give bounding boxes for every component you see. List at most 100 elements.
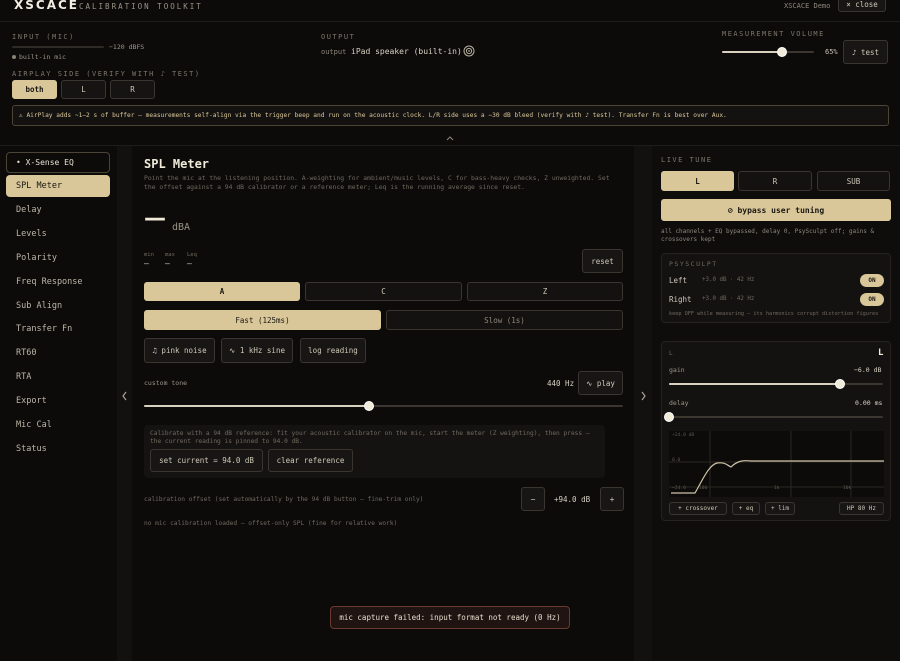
psysculpt-label: PSYSCULPT xyxy=(669,260,718,268)
demo-label: XSCACE Demo xyxy=(784,2,831,10)
calibration-box: Calibrate with a 94 dB reference: fit yo… xyxy=(144,425,605,478)
sidebar-item-polarity[interactable]: Polarity xyxy=(6,247,110,269)
measurement-volume-slider[interactable] xyxy=(722,47,814,57)
delay-knob[interactable] xyxy=(664,412,674,422)
set-current-button[interactable]: set current = 94.0 dB xyxy=(150,449,263,472)
sidebar-item-label: Transfer Fn xyxy=(16,324,73,335)
sidebar-item-label: RT60 xyxy=(16,348,37,359)
psysculpt-box: PSYSCULPT Left +3.0 dB · 42 Hz ON Right … xyxy=(661,253,891,323)
chevron-right-icon[interactable] xyxy=(640,391,647,401)
airplay-icon[interactable] xyxy=(463,45,475,57)
offset-plus-button[interactable]: + xyxy=(600,487,624,511)
sidebar-item-label: Freq Response xyxy=(16,276,83,287)
add-eq-button[interactable]: + eq xyxy=(732,502,760,515)
sidebar-item-label: Sub Align xyxy=(16,300,63,311)
graph-y-label-mid: 0.0 xyxy=(672,458,681,463)
custom-tone-fill xyxy=(144,405,370,407)
log-reading-button[interactable]: log reading xyxy=(300,338,366,363)
stat-min-label: min xyxy=(144,252,154,258)
sidebar-item-transfer-fn[interactable]: Transfer Fn xyxy=(6,318,110,340)
psysculpt-right-detail: +3.0 dB · 42 Hz xyxy=(702,296,755,302)
error-toast-text: mic capture failed: input format not rea… xyxy=(339,613,561,622)
clear-reference-button[interactable]: clear reference xyxy=(268,449,353,472)
response-graph: +24.0 dB 0.0 −24.0 100 1k 10k xyxy=(669,431,884,497)
airplay-both-button[interactable]: both xyxy=(12,80,57,99)
prev-arrow-column[interactable] xyxy=(117,146,132,661)
sidebar-item-label: RTA xyxy=(16,372,32,383)
input-level-readout: −120 dBFS xyxy=(109,43,145,51)
sidebar-item-export[interactable]: Export xyxy=(6,390,110,412)
channel-sub-button[interactable]: SUB xyxy=(817,171,890,191)
play-tone-button[interactable]: ∿ play xyxy=(578,371,623,395)
channel-r-button[interactable]: R xyxy=(738,171,812,191)
delay-label: delay xyxy=(669,399,689,407)
pink-noise-button[interactable]: ♫ pink noise xyxy=(144,338,215,363)
psysculpt-note: keep OFF while measuring — its harmonics… xyxy=(669,311,879,317)
add-limiter-button[interactable]: + lim xyxy=(765,502,795,515)
main-panel: SPL Meter Point the mic at the listening… xyxy=(117,146,652,661)
response-fast-button[interactable]: Fast (125ms) xyxy=(144,310,381,330)
graph-y-label-top: +24.0 dB xyxy=(672,433,695,438)
sidebar: • X-Sense EQ SPL Meter Delay Levels Polarit… xyxy=(0,146,117,661)
sidebar-item-label: Levels xyxy=(16,228,47,239)
header-bar: XSCACE CALIBRATION TOOLKIT XSCACE Demo ×… xyxy=(0,0,900,22)
sidebar-item-label: Mic Cal xyxy=(16,420,52,430)
custom-tone-knob[interactable] xyxy=(364,401,375,411)
weighting-a-button[interactable]: A xyxy=(144,282,300,301)
sine-1khz-button[interactable]: ∿ 1 kHz sine xyxy=(221,338,293,363)
stat-max-value: — xyxy=(165,259,170,268)
gain-slider[interactable] xyxy=(669,379,883,389)
weighting-c-button[interactable]: C xyxy=(305,282,462,301)
sidebar-item-sub-align[interactable]: Sub Align xyxy=(6,295,110,317)
sidebar-item-levels[interactable]: Levels xyxy=(6,223,110,245)
sidebar-item-delay[interactable]: Delay xyxy=(6,199,110,221)
sidebar-item-label: • X-Sense EQ xyxy=(16,158,74,167)
sidebar-item-status[interactable]: Status xyxy=(6,438,110,460)
app-subtitle: CALIBRATION TOOLKIT xyxy=(79,2,203,11)
brand-logo: XSCACE xyxy=(14,0,79,12)
weighting-z-button[interactable]: Z xyxy=(467,282,623,301)
live-tune-panel: LIVE TUNE L R SUB ⊘ bypass user tuning a… xyxy=(652,146,900,661)
sidebar-item-x-sense-eq[interactable]: • X-Sense EQ xyxy=(6,152,110,173)
custom-tone-slider[interactable] xyxy=(144,401,623,411)
offset-label: calibration offset (set automatically by… xyxy=(144,496,424,503)
reset-button[interactable]: reset xyxy=(582,249,623,273)
collapse-chevron-icon[interactable] xyxy=(446,134,454,141)
sidebar-item-rt60[interactable]: RT60 xyxy=(6,342,110,364)
add-crossover-button[interactable]: + crossover xyxy=(669,502,727,515)
sidebar-item-label: SPL Meter xyxy=(16,181,63,191)
gain-knob[interactable] xyxy=(835,379,846,389)
bypass-note: all channels + EQ bypassed, delay 0, Psy… xyxy=(661,228,875,243)
offset-value: +94.0 dB xyxy=(554,495,591,504)
offset-minus-button[interactable]: − xyxy=(521,487,545,511)
airplay-right-button[interactable]: R xyxy=(110,80,155,99)
psysculpt-left-name: Left xyxy=(669,276,688,285)
psysculpt-left-toggle[interactable]: ON xyxy=(860,274,884,287)
channel-big-label: L xyxy=(878,348,884,358)
airplay-notice: ⚠ AirPlay adds ~1–2 s of buffer — measur… xyxy=(12,105,889,126)
sidebar-item-freq-response[interactable]: Freq Response xyxy=(6,271,110,293)
sidebar-item-mic-cal[interactable]: Mic Cal xyxy=(6,414,110,436)
measurement-volume-knob[interactable] xyxy=(776,47,787,57)
chevron-left-icon[interactable] xyxy=(121,391,128,401)
next-arrow-column[interactable] xyxy=(634,146,652,661)
graph-x-label-100: 100 xyxy=(699,486,708,491)
stat-min-value: — xyxy=(144,259,149,268)
gain-fill xyxy=(669,383,841,385)
test-button[interactable]: ♪ test xyxy=(843,40,888,64)
airplay-left-button[interactable]: L xyxy=(61,80,106,99)
psysculpt-right-toggle[interactable]: ON xyxy=(860,293,884,306)
sidebar-item-spl-meter[interactable]: SPL Meter xyxy=(6,175,110,197)
highpass-chip[interactable]: HP 80 Hz xyxy=(839,502,884,515)
output-device[interactable]: iPad speaker (built-in) xyxy=(351,47,462,56)
channel-l-button[interactable]: L xyxy=(661,171,734,191)
response-slow-button[interactable]: Slow (1s) xyxy=(386,310,623,330)
delay-slider[interactable] xyxy=(664,412,883,422)
input-label: INPUT (MIC) xyxy=(12,33,75,41)
airplay-side-label: AIRPLAY SIDE (VERIFY WITH ♪ TEST) xyxy=(12,70,201,78)
bypass-tuning-button[interactable]: ⊘ bypass user tuning xyxy=(661,199,891,221)
close-button[interactable]: × close xyxy=(838,0,886,12)
psysculpt-right-name: Right xyxy=(669,295,692,304)
sidebar-item-rta[interactable]: RTA xyxy=(6,366,110,388)
error-toast: mic capture failed: input format not rea… xyxy=(330,606,570,629)
